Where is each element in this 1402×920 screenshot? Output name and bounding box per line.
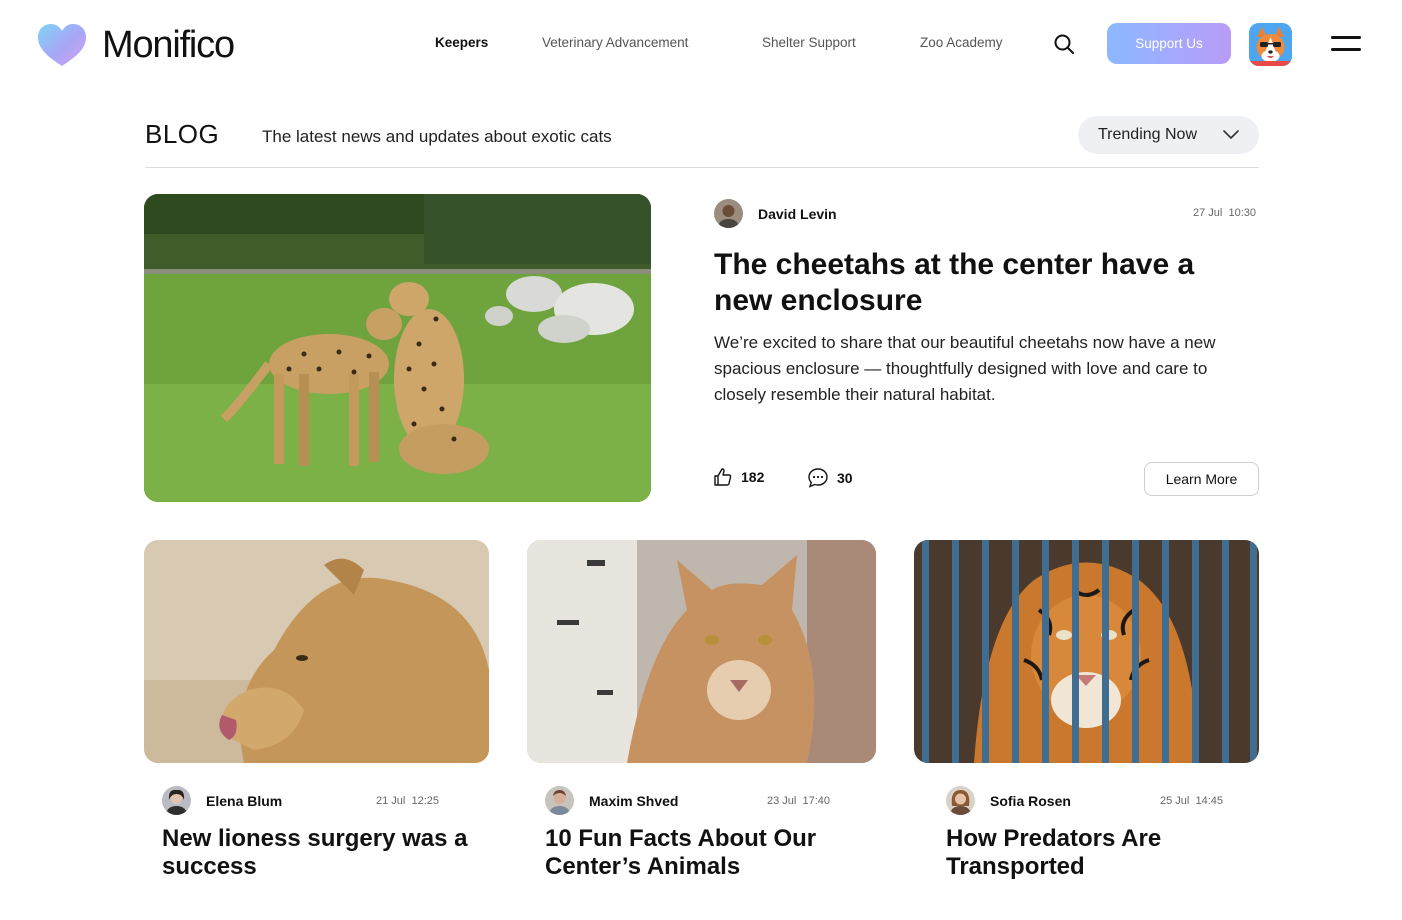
author-name: David Levin	[758, 205, 837, 222]
author-avatar	[162, 786, 191, 815]
hamburger-menu-icon[interactable]	[1331, 34, 1361, 54]
header-divider	[145, 167, 1259, 168]
post-time: 17:40	[802, 795, 831, 807]
post-time: 10:30	[1228, 207, 1257, 219]
author-avatar	[946, 786, 975, 815]
post-time: 12:25	[411, 795, 440, 807]
trending-now-label: Trending Now	[1098, 126, 1198, 143]
cheetahs-photo	[144, 194, 651, 502]
card-date: 21 Jul 12:25	[376, 795, 439, 807]
post-date: 25 Jul	[1160, 795, 1190, 807]
lioness-photo	[144, 540, 489, 763]
card-author-maxim[interactable]: Maxim Shved	[545, 786, 678, 815]
nav-item-veterinary-advancement[interactable]: Veterinary Advancement	[542, 35, 688, 50]
card-image-cougar[interactable]	[527, 540, 876, 763]
support-us-button[interactable]: Support Us	[1107, 23, 1231, 64]
learn-more-button[interactable]: Learn More	[1144, 462, 1259, 496]
author-name: Maxim Shved	[589, 792, 679, 809]
search-icon[interactable]	[1052, 32, 1076, 56]
likes-counter[interactable]: 182	[713, 467, 764, 487]
nav-item-shelter-support[interactable]: Shelter Support	[762, 35, 856, 50]
card-title-fun-facts[interactable]: 10 Fun Facts About Our Center’s Animals	[545, 825, 875, 881]
chevron-down-icon	[1223, 130, 1239, 139]
likes-count: 182	[741, 469, 765, 485]
tiger-photo	[914, 540, 1259, 763]
post-date: 23 Jul	[767, 795, 797, 807]
card-title-predators[interactable]: How Predators Are Transported	[946, 825, 1246, 881]
comment-icon	[808, 468, 828, 488]
card-author-sofia[interactable]: Sofia Rosen	[946, 786, 1071, 815]
card-title-lioness[interactable]: New lioness surgery was a success	[162, 825, 482, 881]
featured-date: 27 Jul 10:30	[1193, 207, 1256, 219]
featured-post-title[interactable]: The cheetahs at the center have a new en…	[714, 247, 1259, 319]
blog-title: BLOG	[145, 119, 220, 149]
author-avatar	[545, 786, 574, 815]
nav-item-keepers[interactable]: Keepers	[435, 35, 488, 50]
author-name: Sofia Rosen	[990, 792, 1071, 809]
card-date: 23 Jul 17:40	[767, 795, 830, 807]
author-name: Elena Blum	[206, 792, 283, 809]
featured-author[interactable]: David Levin	[714, 199, 837, 228]
comments-count: 30	[837, 470, 853, 486]
featured-post-image[interactable]	[144, 194, 651, 502]
comments-counter[interactable]: 30	[807, 467, 853, 489]
author-avatar	[714, 199, 743, 228]
card-image-lioness[interactable]	[144, 540, 489, 763]
card-date: 25 Jul 14:45	[1160, 795, 1223, 807]
card-image-tiger[interactable]	[914, 540, 1259, 763]
cougar-photo	[527, 540, 876, 763]
post-time: 14:45	[1195, 795, 1224, 807]
user-avatar[interactable]	[1249, 23, 1292, 66]
nav-item-zoo-academy[interactable]: Zoo Academy	[920, 35, 1003, 50]
blog-subtitle: The latest news and updates about exotic…	[262, 127, 612, 146]
corgi-avatar-icon	[1249, 23, 1292, 66]
card-author-elena[interactable]: Elena Blum	[162, 786, 282, 815]
featured-post-body: We’re excited to share that our beautifu…	[714, 333, 1216, 404]
post-date: 21 Jul	[376, 795, 406, 807]
post-date: 27 Jul	[1193, 207, 1223, 219]
site-header: Monifico Keepers Veterinary Advancement …	[0, 0, 1402, 88]
thumbs-up-icon	[714, 468, 732, 486]
trending-now-dropdown[interactable]: Trending Now	[1078, 116, 1259, 154]
